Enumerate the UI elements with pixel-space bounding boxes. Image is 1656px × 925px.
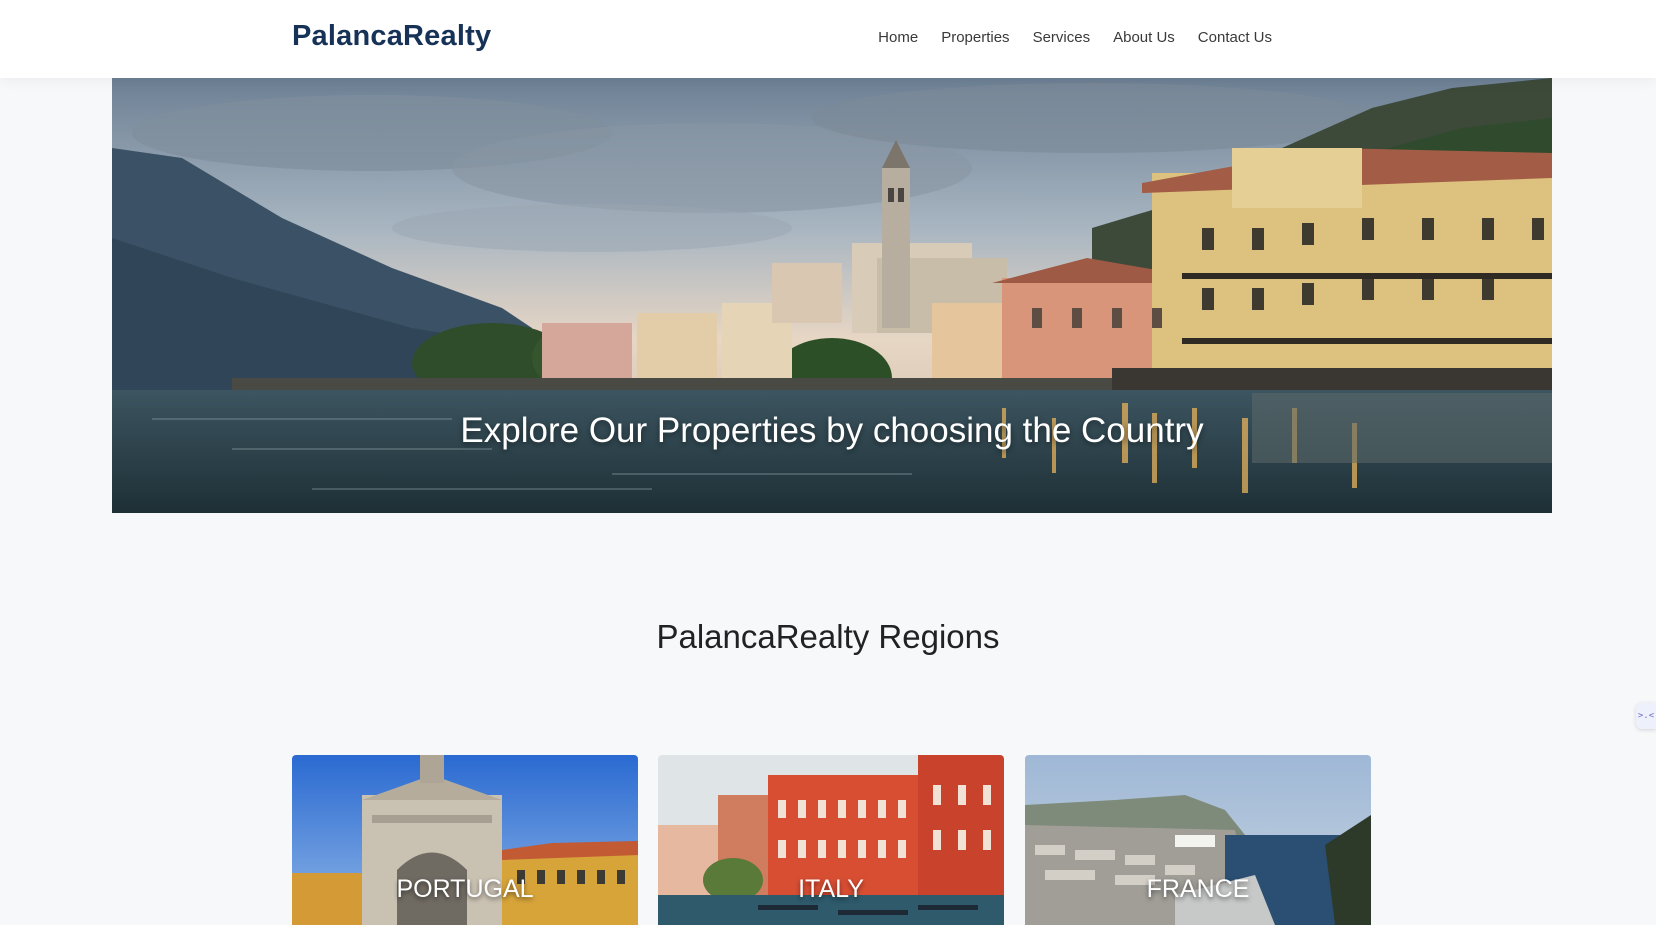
region-label-italy: ITALY xyxy=(798,875,864,903)
regions-title: PalancaRealty Regions xyxy=(656,618,1000,655)
region-card-portugal[interactable]: PORTUGAL xyxy=(292,755,638,925)
nav-contact-us[interactable]: Contact Us xyxy=(1198,29,1272,46)
region-label-france: FRANCE xyxy=(1146,875,1250,903)
nav-services[interactable]: Services xyxy=(1033,29,1091,46)
region-card-france[interactable]: FRANCE xyxy=(1025,755,1371,925)
side-widget-tab[interactable]: >.< xyxy=(1636,703,1656,729)
hero-banner: Explore Our Properties by choosing the C… xyxy=(112,78,1552,513)
hero-title: Explore Our Properties by choosing the C… xyxy=(460,411,1204,450)
site-header: PalancaRealty Home Properties Services A… xyxy=(0,0,1656,78)
nav-about-us[interactable]: About Us xyxy=(1113,29,1175,46)
nav-home[interactable]: Home xyxy=(878,29,918,46)
region-label-portugal: PORTUGAL xyxy=(396,875,534,903)
region-card-italy[interactable]: ITALY xyxy=(658,755,1004,925)
nav-properties[interactable]: Properties xyxy=(941,29,1009,46)
site-logo[interactable]: PalancaRealty xyxy=(292,20,491,53)
main-nav: Home Properties Services About Us Contac… xyxy=(878,29,1272,46)
